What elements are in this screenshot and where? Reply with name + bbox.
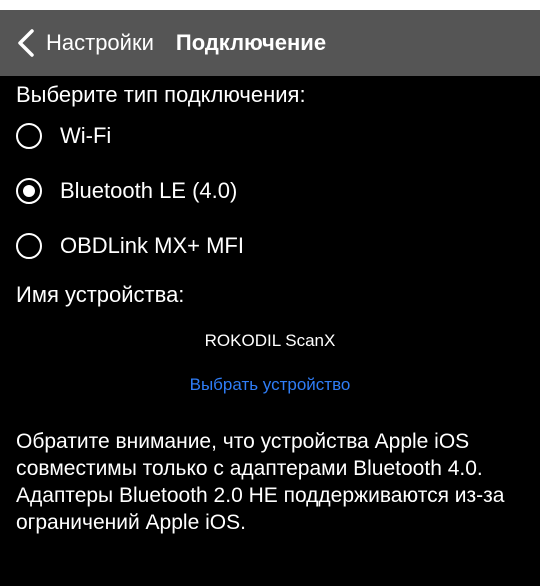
back-label: Настройки — [46, 30, 154, 55]
page-title: Подключение — [175, 30, 327, 55]
notice-paragraph: Обратите внимание, что устройства Apple … — [16, 430, 483, 480]
settings-screen: Настройки Подключение Выберите тип подкл… — [0, 10, 540, 586]
notice-paragraph: Адаптеры Bluetooth 2.0 НЕ поддерживаются… — [16, 484, 505, 534]
radio-option-obdlink[interactable]: OBDLink MX+ MFI — [16, 233, 244, 259]
radio-unchecked-icon — [16, 123, 42, 149]
radio-option-label: Bluetooth LE (4.0) — [60, 178, 238, 203]
radio-option-wifi[interactable]: Wi-Fi — [16, 123, 111, 149]
radio-checked-icon — [16, 178, 42, 204]
device-name-value: ROKODIL ScanX — [204, 331, 336, 350]
radio-unchecked-icon — [16, 233, 42, 259]
radio-option-label: Wi-Fi — [60, 123, 112, 148]
radio-option-label: OBDLink MX+ MFI — [60, 233, 244, 258]
device-name-label: Имя устройства: — [16, 282, 185, 307]
connection-type-label: Выберите тип подключения: — [16, 82, 306, 107]
compatibility-notice: Обратите внимание, что устройства Apple … — [16, 428, 531, 536]
back-button[interactable]: Настройки — [14, 28, 154, 58]
select-device-link[interactable]: Выбрать устройство — [0, 375, 540, 395]
chevron-left-icon — [14, 28, 40, 58]
radio-option-bluetooth-le[interactable]: Bluetooth LE (4.0) — [16, 178, 237, 204]
navigation-bar: Настройки Подключение — [0, 10, 540, 76]
